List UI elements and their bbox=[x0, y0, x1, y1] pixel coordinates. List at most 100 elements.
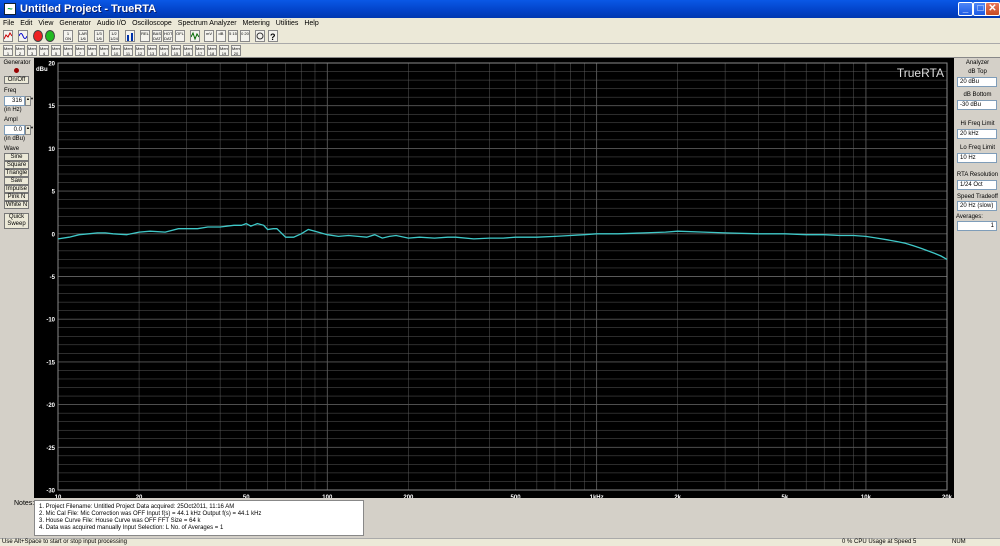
window-title: Untitled Project - TrueRTA bbox=[20, 3, 157, 15]
toolbar-hot-dat[interactable]: HOT DAT bbox=[163, 30, 173, 42]
main-toolbar: 1 ON LAR 1/6 1/3 1/6 1/2 1/24 REL BASE D… bbox=[0, 29, 1000, 44]
help-icon[interactable]: ? bbox=[268, 30, 278, 42]
toolbar-third-sixth[interactable]: 1/3 1/6 bbox=[94, 30, 104, 42]
toolbar-5-15[interactable]: 5 15 bbox=[228, 30, 238, 42]
mem-button-4[interactable]: Mem 4 bbox=[39, 45, 49, 56]
menu-metering[interactable]: Metering bbox=[243, 20, 270, 27]
minimize-button[interactable]: _ bbox=[958, 2, 973, 16]
ampl-spinner[interactable]: ▲▼ bbox=[25, 125, 34, 135]
status-cpu: 0 % CPU Usage at Speed 5 bbox=[842, 539, 917, 545]
go-icon[interactable] bbox=[45, 30, 55, 42]
freq-field[interactable]: 316 bbox=[4, 96, 25, 106]
mem-button-5[interactable]: Mem 5 bbox=[51, 45, 61, 56]
averages-label: Averages: bbox=[956, 214, 983, 220]
mem-button-1[interactable]: Mem 1 bbox=[3, 45, 13, 56]
mem-button-13[interactable]: Mem 13 bbox=[147, 45, 157, 56]
notes-text-box[interactable]: 1. Project Filename: Untitled Project Da… bbox=[34, 500, 364, 536]
y-tick-label: 5 bbox=[52, 190, 56, 196]
freq-unit: (in Hz) bbox=[4, 107, 22, 113]
mem-button-3[interactable]: Mem 3 bbox=[27, 45, 37, 56]
wave-saw-button[interactable]: Saw bbox=[4, 177, 29, 185]
mem-button-9[interactable]: Mem 9 bbox=[99, 45, 109, 56]
spectrum-chart: 20151050-5-10-15-20-25-30dBu102050100200… bbox=[34, 58, 954, 505]
toolbar-half-24[interactable]: 1/2 1/24 bbox=[109, 30, 119, 42]
db-top-label: dB Top bbox=[968, 69, 987, 75]
menu-oscilloscope[interactable]: Oscilloscope bbox=[132, 20, 172, 27]
toolbar-db[interactable]: dB bbox=[216, 30, 226, 42]
averages-field[interactable]: 1 bbox=[957, 221, 997, 231]
mem-button-12[interactable]: Mem 12 bbox=[135, 45, 145, 56]
spectrum-icon[interactable] bbox=[3, 30, 13, 42]
db-bottom-label: dB Bottom bbox=[963, 92, 992, 98]
ampl-field[interactable]: 0.0 bbox=[4, 125, 25, 135]
menu-file[interactable]: File bbox=[3, 20, 14, 27]
toolbar-base-dat[interactable]: BASE DAT bbox=[152, 30, 162, 42]
stop-icon[interactable] bbox=[33, 30, 43, 42]
mem-button-2[interactable]: Mem 2 bbox=[15, 45, 25, 56]
toolbar-bars-icon[interactable] bbox=[125, 30, 135, 42]
mem-button-15[interactable]: Mem 15 bbox=[171, 45, 181, 56]
close-button[interactable]: ✕ bbox=[985, 2, 1000, 16]
menu-audio-io[interactable]: Audio I/O bbox=[97, 20, 126, 27]
hi-freq-field[interactable]: 20 kHz bbox=[957, 129, 997, 139]
y-tick-label: -30 bbox=[46, 489, 55, 495]
wave-triangle-button[interactable]: Triangle bbox=[4, 169, 29, 177]
rta-resolution-label: RTA Resolution bbox=[956, 172, 999, 178]
mem-button-20[interactable]: Mem 20 bbox=[231, 45, 241, 56]
notes-line: 3. House Curve File: House Curve was OFF… bbox=[39, 518, 201, 524]
mem-button-10[interactable]: Mem 10 bbox=[111, 45, 121, 56]
menu-utilities[interactable]: Utilities bbox=[276, 20, 299, 27]
y-tick-label: 10 bbox=[48, 147, 55, 153]
notes-label: Notes: bbox=[14, 500, 35, 507]
truerta-logo: TrueRTA bbox=[897, 66, 944, 80]
db-bottom-field[interactable]: -30 dBu bbox=[957, 100, 997, 110]
mem-button-7[interactable]: Mem 7 bbox=[75, 45, 85, 56]
y-tick-label: 15 bbox=[48, 104, 55, 110]
app-icon[interactable]: ~ bbox=[4, 3, 16, 15]
y-tick-label: -25 bbox=[46, 446, 55, 452]
menu-spectrum-analyzer[interactable]: Spectrum Analyzer bbox=[178, 20, 237, 27]
toolbar-mv[interactable]: mV bbox=[204, 30, 214, 42]
wave-impulse-button[interactable]: Impulse bbox=[4, 185, 29, 193]
notes-panel: Notes: 1. Project Filename: Untitled Pro… bbox=[0, 498, 1000, 538]
mem-button-6[interactable]: Mem 6 bbox=[63, 45, 73, 56]
wave-label: Wave bbox=[4, 146, 20, 152]
menu-view[interactable]: View bbox=[38, 20, 53, 27]
menu-edit[interactable]: Edit bbox=[20, 20, 32, 27]
menu-bar: File Edit View Generator Audio I/O Oscil… bbox=[0, 18, 1000, 29]
toolbar-wave-icon[interactable] bbox=[190, 30, 200, 42]
rta-resolution-select[interactable]: 1/24 Oct bbox=[957, 180, 997, 190]
generator-title: Generator bbox=[3, 60, 31, 66]
speed-tradeoff-select[interactable]: 20 Hz (slow) bbox=[957, 201, 997, 211]
menu-generator[interactable]: Generator bbox=[59, 20, 91, 27]
toolbar-rel[interactable]: REL bbox=[140, 30, 150, 42]
mem-button-8[interactable]: Mem 8 bbox=[87, 45, 97, 56]
mem-button-18[interactable]: Mem 18 bbox=[207, 45, 217, 56]
mem-button-14[interactable]: Mem 14 bbox=[159, 45, 169, 56]
scope-icon[interactable] bbox=[18, 30, 28, 42]
svg-text:?: ? bbox=[270, 32, 276, 41]
toolbar-lar[interactable]: LAR 1/6 bbox=[78, 30, 88, 42]
wave-pink-noise-button[interactable]: Pink N bbox=[4, 193, 29, 201]
toolbar-input-on[interactable]: 1 ON bbox=[63, 30, 73, 42]
mem-button-17[interactable]: Mem 17 bbox=[195, 45, 205, 56]
toolbar-0-20[interactable]: 0 20 bbox=[240, 30, 250, 42]
ampl-unit: (in dBu) bbox=[4, 136, 26, 142]
quick-sweep-button[interactable]: Quick Sweep bbox=[4, 213, 29, 229]
wave-white-noise-button[interactable]: White N bbox=[4, 201, 29, 209]
analyzer-panel: Analyzer dB Top 20 dBu dB Bottom -30 dBu… bbox=[954, 58, 1000, 498]
menu-help[interactable]: Help bbox=[304, 20, 318, 27]
db-top-field[interactable]: 20 dBu bbox=[957, 77, 997, 87]
mem-button-16[interactable]: Mem 16 bbox=[183, 45, 193, 56]
mem-button-19[interactable]: Mem 19 bbox=[219, 45, 229, 56]
freq-spinner[interactable]: ▲▼ bbox=[25, 96, 34, 106]
wave-sine-button[interactable]: Sine bbox=[4, 153, 29, 161]
y-tick-label: -10 bbox=[46, 318, 55, 324]
wave-square-button[interactable]: Square bbox=[4, 161, 29, 169]
toolbar-ofl[interactable]: OFL bbox=[175, 30, 185, 42]
mem-button-11[interactable]: Mem 11 bbox=[123, 45, 133, 56]
toolbar-meter-icon[interactable] bbox=[255, 30, 265, 42]
lo-freq-field[interactable]: 10 Hz bbox=[957, 153, 997, 163]
spectrum-trace bbox=[57, 222, 948, 260]
generator-onoff-button[interactable]: On/Off bbox=[4, 76, 29, 84]
